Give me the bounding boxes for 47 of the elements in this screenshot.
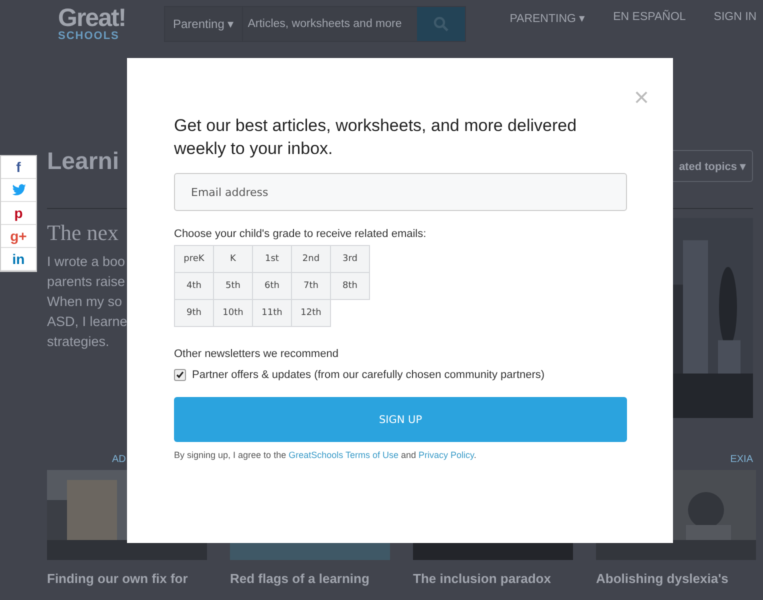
dialog-heading: Get our best articles, worksheets, and more delivered weekly to your inbox. (174, 115, 578, 160)
logo-text[interactable]: Great! (58, 6, 164, 31)
grade-option[interactable]: preK (174, 245, 214, 273)
article-text: parents raise (47, 273, 125, 291)
logo-subtext[interactable]: SCHOOLS (58, 31, 164, 42)
checkbox[interactable] (174, 369, 186, 381)
article-subtitle: The nex (47, 220, 120, 246)
share-button[interactable]: p (1, 202, 36, 225)
nav-link[interactable]: SIGN IN (714, 11, 757, 25)
legal-text: By signing up, I agree to the GreatSchools Terms of Use and Privacy Policy. (174, 450, 478, 460)
grade-option[interactable]: 3rd (330, 245, 370, 273)
grade-prompt: Choose your child's grade to receive related emails: (174, 228, 428, 240)
grade-option[interactable]: 7th (291, 272, 331, 300)
category-label[interactable]: AD (112, 454, 126, 465)
checkbox-label[interactable]: Partner offers & updates (from our carefully chosen community partners) (192, 369, 545, 381)
grade-option[interactable]: 11th (252, 299, 292, 327)
article-text: When my so (47, 293, 124, 311)
grade-option[interactable]: 12th (291, 299, 331, 327)
privacy-link[interactable]: Privacy Policy (418, 450, 474, 460)
nav-link[interactable]: EN ESPAÑOL (613, 11, 686, 25)
share-button[interactable]: f (1, 156, 36, 179)
grade-option[interactable]: 4th (174, 272, 214, 300)
share-button[interactable]: g+ (1, 225, 36, 248)
grade-option[interactable]: 2nd (291, 245, 331, 273)
category-label[interactable]: EXIA (730, 454, 753, 465)
terms-link[interactable]: GreatSchools Terms of Use (288, 450, 398, 460)
article-title: Learni (47, 148, 120, 177)
card-title[interactable]: Finding our own fix for (47, 571, 207, 587)
bird-icon (12, 184, 26, 196)
grade-option[interactable]: 9th (174, 299, 214, 327)
card-title[interactable]: Red flags of a learning (230, 571, 390, 587)
newsletter-label: Other newsletters we recommend (174, 348, 340, 360)
card-title[interactable]: Abolishing dyslexia's (596, 571, 756, 587)
signup-button[interactable]: SIGN UP (174, 397, 627, 442)
grade-option[interactable]: 8th (330, 272, 370, 300)
article-text: I wrote a boo (47, 253, 125, 271)
card-title[interactable]: The inclusion paradox (413, 571, 573, 587)
grade-option[interactable]: 10th (213, 299, 253, 327)
email-field[interactable]: Email address (174, 173, 627, 211)
article-text: strategies. (47, 333, 110, 351)
grade-option[interactable]: K (213, 245, 253, 273)
grade-option[interactable]: 1st (252, 245, 292, 273)
share-button[interactable]: in (1, 248, 36, 271)
nav-link[interactable]: PARENTING ▾ (510, 11, 586, 25)
grade-option[interactable]: 6th (252, 272, 292, 300)
grade-option[interactable]: 5th (213, 272, 253, 300)
article-text: ASD, I learne (47, 313, 125, 331)
